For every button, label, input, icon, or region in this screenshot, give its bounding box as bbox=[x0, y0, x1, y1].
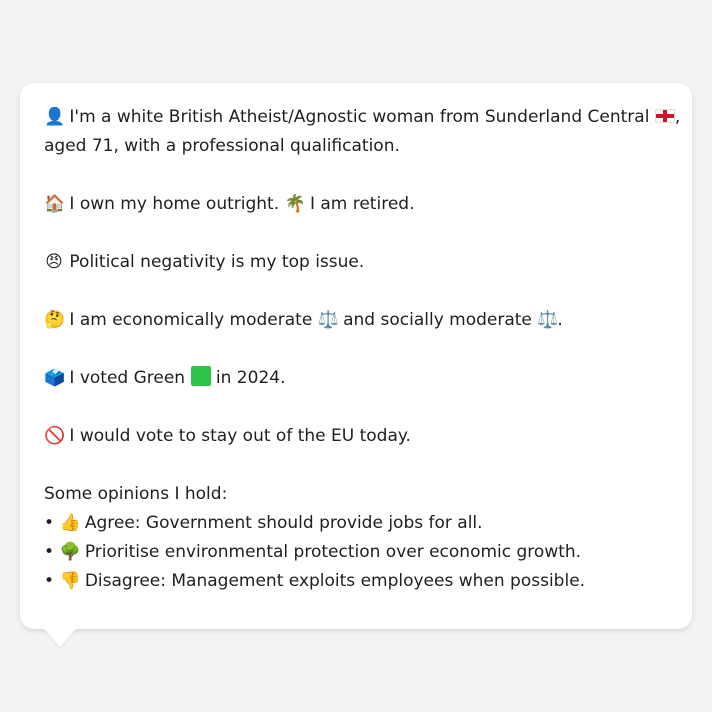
opinion-text: Prioritise environmental protection over… bbox=[84, 542, 582, 562]
profile-card: 👤 I'm a white British Atheist/Agnostic w… bbox=[20, 83, 692, 629]
intro-line-2: aged 71, with a professional qualificati… bbox=[44, 132, 668, 161]
list-item: • 🌳 Prioritise environmental protection … bbox=[44, 538, 668, 567]
vote-text: I voted Green bbox=[69, 368, 186, 388]
economic-line: 🤔 I am economically moderate ⚖️ and soci… bbox=[44, 306, 668, 335]
intro-line-1: 👤 I'm a white British Atheist/Agnostic w… bbox=[44, 103, 680, 132]
eu-line: 🚫 I would vote to stay out of the EU tod… bbox=[44, 422, 668, 451]
social-text: and socially moderate bbox=[343, 310, 532, 330]
thinking-face-icon: 🤔 bbox=[44, 310, 66, 330]
vote-line: 🗳️ I voted Green in 2024. bbox=[44, 364, 668, 393]
issue-text: Political negativity is my top issue. bbox=[69, 252, 365, 272]
economic-text: I am economically moderate bbox=[69, 310, 313, 330]
england-flag-icon bbox=[654, 109, 675, 123]
list-item: • 👎 Disagree: Management exploits employ… bbox=[44, 567, 668, 596]
opinions-list: • 👍 Agree: Government should provide job… bbox=[44, 509, 668, 596]
balance-scale-icon: ⚖️ bbox=[317, 310, 339, 330]
bullet: • bbox=[44, 542, 55, 562]
prohibited-icon: 🚫 bbox=[44, 426, 66, 446]
thumbs-down-icon: 👎 bbox=[59, 571, 81, 591]
issue-line: 😠 Political negativity is my top issue. bbox=[44, 248, 668, 277]
thumbs-up-icon: 👍 bbox=[59, 513, 81, 533]
intro-comma: , bbox=[674, 107, 681, 127]
home-text: I own my home outright. bbox=[69, 194, 280, 214]
economic-period: . bbox=[557, 310, 563, 330]
bullet: • bbox=[44, 513, 55, 533]
speech-bubble-tail bbox=[42, 627, 78, 647]
opinion-text: Disagree: Management exploits employees … bbox=[84, 571, 586, 591]
opinions-heading: Some opinions I hold: bbox=[44, 484, 228, 504]
list-item: • 👍 Agree: Government should provide job… bbox=[44, 509, 668, 538]
balance-scale-icon: ⚖️ bbox=[537, 310, 559, 330]
intro-text-continued: aged 71, with a professional qualificati… bbox=[44, 136, 400, 156]
tree-icon: 🌳 bbox=[59, 542, 81, 562]
person-icon: 👤 bbox=[44, 107, 66, 127]
angry-face-icon: 😠 bbox=[45, 252, 63, 272]
opinion-text: Agree: Government should provide jobs fo… bbox=[84, 513, 483, 533]
palm-tree-icon: 🌴 bbox=[284, 194, 306, 214]
retired-text: I am retired. bbox=[309, 194, 415, 214]
green-square-icon bbox=[190, 366, 211, 386]
bullet: • bbox=[44, 571, 55, 591]
intro-text: I'm a white British Atheist/Agnostic wom… bbox=[69, 107, 650, 127]
house-icon: 🏠 bbox=[44, 194, 66, 214]
home-line: 🏠 I own my home outright. 🌴 I am retired… bbox=[44, 190, 668, 219]
vote-year-text: in 2024. bbox=[215, 368, 286, 388]
eu-text: I would vote to stay out of the EU today… bbox=[69, 426, 411, 446]
ballot-box-icon: 🗳️ bbox=[44, 368, 66, 388]
